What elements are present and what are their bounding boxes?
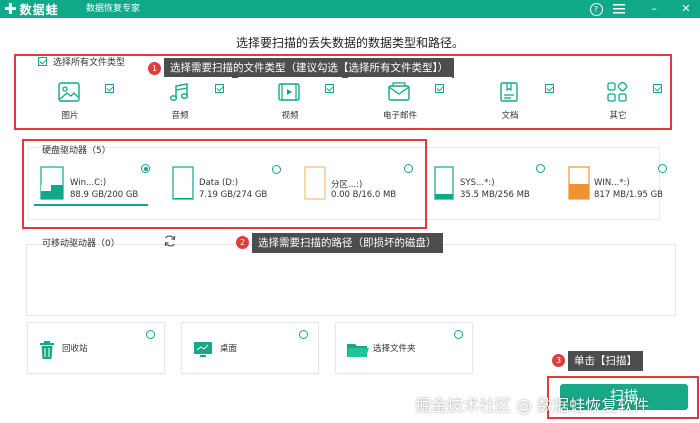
step-2-badge: 2 bbox=[236, 236, 249, 249]
app-logo: ✚ 数据蛙 bbox=[4, 0, 59, 19]
recycle-bin-icon bbox=[40, 341, 54, 359]
audio-checkbox[interactable] bbox=[215, 84, 224, 93]
drive-size: 7.19 GB/274 GB bbox=[199, 190, 268, 200]
filetype-label: 其它 bbox=[609, 111, 627, 121]
select-all-label: 选择所有文件类型 bbox=[53, 58, 126, 68]
drive-item-c[interactable]: Win...C:) 88.9 GB/200 GB bbox=[34, 156, 154, 208]
filetype-tile-document[interactable]: 文档 bbox=[458, 77, 562, 125]
filetype-label: 文档 bbox=[501, 111, 519, 121]
step-1-badge: 1 bbox=[148, 62, 161, 75]
location-recycle-bin[interactable]: 回收站 bbox=[27, 322, 165, 374]
location-folder[interactable]: 选择文件夹 bbox=[335, 322, 473, 374]
filetype-tile-email[interactable]: 电子邮件 bbox=[348, 77, 452, 125]
filetype-label: 音频 bbox=[171, 111, 189, 121]
removable-title: 可移动驱动器（0） bbox=[42, 239, 120, 249]
folder-icon bbox=[347, 344, 369, 357]
location-radio[interactable] bbox=[146, 330, 155, 339]
step-3-badge: 3 bbox=[552, 354, 565, 367]
drive-item-win[interactable]: WIN...*:) 817 MB/1.95 GB bbox=[562, 156, 682, 208]
watermark: 掘金技术社区 @ 数据蛙恢复软件 bbox=[415, 396, 650, 415]
drive-size: 88.9 GB/200 GB bbox=[70, 190, 139, 200]
logo-plus-icon: ✚ bbox=[4, 0, 18, 18]
filetype-tile-audio[interactable]: 音频 bbox=[128, 77, 232, 125]
menu-icon[interactable] bbox=[611, 0, 627, 18]
drive-name: 分区...:) bbox=[331, 180, 363, 190]
drive-item-partition[interactable]: 分区...:) 0.00 B/16.0 MB bbox=[298, 156, 418, 208]
filetype-tile-image[interactable]: 图片 bbox=[18, 77, 122, 125]
document-checkbox[interactable] bbox=[545, 84, 554, 93]
drive-radio[interactable] bbox=[272, 165, 281, 174]
email-checkbox[interactable] bbox=[435, 84, 444, 93]
drive-name: WIN...*:) bbox=[594, 178, 630, 188]
document-icon bbox=[500, 82, 518, 102]
location-desktop[interactable]: 桌面 bbox=[181, 322, 319, 374]
drive-disk-icon bbox=[172, 166, 194, 200]
other-icon bbox=[607, 82, 628, 102]
filetype-label: 电子邮件 bbox=[382, 111, 417, 121]
drive-radio[interactable] bbox=[536, 164, 545, 173]
drive-name: SYS...*:) bbox=[460, 178, 495, 188]
location-label: 桌面 bbox=[220, 344, 238, 354]
drive-size: 0.00 B/16.0 MB bbox=[331, 190, 397, 200]
filetype-tile-video[interactable]: 视频 bbox=[238, 77, 342, 125]
drive-radio[interactable] bbox=[404, 164, 413, 173]
filetype-tile-other[interactable]: 其它 bbox=[566, 77, 670, 125]
step-2-callout: 选择需要扫描的路径（即损坏的磁盘） bbox=[252, 233, 443, 253]
email-icon bbox=[388, 82, 410, 101]
drive-size: 817 MB/1.95 GB bbox=[594, 190, 664, 200]
video-checkbox[interactable] bbox=[325, 84, 334, 93]
select-all-checkbox[interactable] bbox=[38, 57, 47, 66]
location-radio[interactable] bbox=[454, 330, 463, 339]
drive-disk-icon bbox=[434, 166, 454, 200]
drive-selected-underline bbox=[34, 204, 148, 206]
filetype-label: 视频 bbox=[281, 111, 299, 121]
drive-name: Win...C:) bbox=[70, 178, 107, 188]
page-heading: 选择要扫描的丢失数据的数据类型和路径。 bbox=[235, 36, 464, 50]
refresh-icon[interactable] bbox=[163, 233, 177, 247]
removable-panel bbox=[26, 244, 676, 316]
drive-radio[interactable] bbox=[658, 164, 667, 173]
step-3-callout: 单击【扫描】 bbox=[568, 351, 643, 371]
drive-radio[interactable] bbox=[141, 164, 150, 173]
drive-size: 35.5 MB/256 MB bbox=[460, 190, 530, 200]
close-icon[interactable]: ✕ bbox=[678, 0, 694, 18]
video-icon bbox=[278, 83, 300, 101]
image-checkbox[interactable] bbox=[105, 84, 114, 93]
location-label: 回收站 bbox=[62, 344, 88, 354]
drive-item-sys[interactable]: SYS...*:) 35.5 MB/256 MB bbox=[430, 156, 550, 208]
drive-item-d[interactable]: Data (D:) 7.19 GB/274 GB bbox=[166, 156, 286, 208]
step-1-callout: 选择需要扫描的文件类型（建议勾选【选择所有文件类型】） bbox=[164, 58, 455, 78]
help-icon[interactable]: ? bbox=[588, 0, 604, 18]
music-icon bbox=[169, 83, 189, 101]
app-name: 数据蛙 bbox=[19, 3, 59, 17]
hard-drive-title: 硬盘驱动器（5） bbox=[42, 146, 111, 156]
desktop-icon bbox=[194, 342, 212, 357]
image-icon bbox=[58, 82, 80, 102]
drive-disk-icon bbox=[568, 166, 590, 200]
drive-disk-icon bbox=[40, 166, 64, 200]
location-label: 选择文件夹 bbox=[373, 344, 416, 354]
drive-disk-icon bbox=[304, 166, 326, 200]
other-checkbox[interactable] bbox=[653, 84, 662, 93]
minimize-icon[interactable]: – bbox=[646, 0, 662, 18]
title-bar: ✚ 数据蛙 数据恢复专家 ? – ✕ bbox=[0, 0, 700, 18]
drive-name: Data (D:) bbox=[199, 178, 239, 188]
app-subtitle: 数据恢复专家 bbox=[86, 4, 141, 14]
location-radio[interactable] bbox=[299, 330, 308, 339]
filetype-label: 图片 bbox=[61, 111, 79, 121]
